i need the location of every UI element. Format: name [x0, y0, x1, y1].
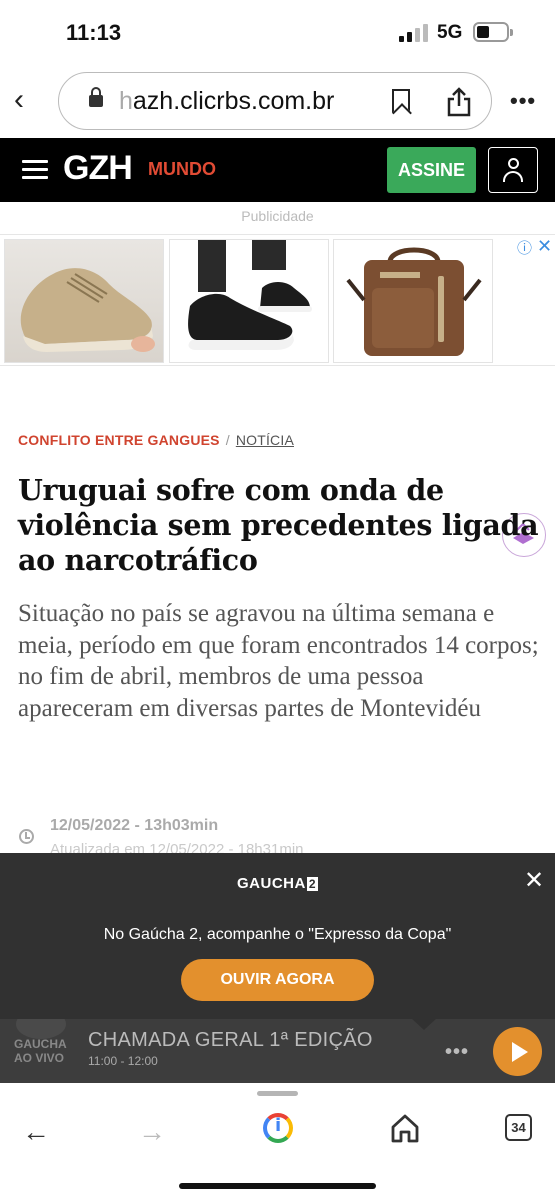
- kicker-separator: /: [225, 432, 230, 448]
- user-icon: [508, 158, 519, 169]
- sheet-grabber[interactable]: [257, 1091, 298, 1096]
- site-header: GZH MUNDO ASSINE: [0, 138, 555, 202]
- ad-label: Publicidade: [241, 208, 314, 224]
- url-text[interactable]: hazh.clicrbs.com.br: [119, 87, 334, 116]
- ad-banner[interactable]: [0, 234, 555, 557]
- ad-close-icon[interactable]: ✕: [537, 236, 552, 257]
- ad-product-sneaker[interactable]: [169, 239, 329, 363]
- status-bar: 11:13 5G: [0, 0, 555, 66]
- article-date: 12/05/2022 - 13h03min: [50, 817, 219, 834]
- lock-icon: [89, 87, 103, 107]
- forward-arrow-icon: →: [138, 1116, 166, 1147]
- radio-logo: GAUCHA 2: [236, 875, 319, 892]
- share-icon[interactable]: [446, 87, 472, 117]
- user-account-button[interactable]: [488, 147, 538, 193]
- radio-promo-banner: GAUCHA 2 ✕ No Gaúcha 2, acompanhe o "Expr…: [0, 853, 555, 1019]
- article-category[interactable]: CONFLITO ENTRE GANGUES: [18, 432, 220, 448]
- live-label: GAUCHA AO VIVO: [14, 1037, 67, 1065]
- live-radio-player[interactable]: GAUCHA AO VIVO CHAMADA GERAL 1ª EDIÇÃO 11…: [0, 1019, 555, 1083]
- home-icon[interactable]: [390, 1113, 420, 1143]
- play-icon[interactable]: [493, 1027, 542, 1076]
- network-type: 5G: [437, 22, 463, 43]
- site-logo[interactable]: GZH: [63, 149, 133, 188]
- signal-icon: [399, 24, 429, 42]
- article-lede: Situação no país se agravou na última se…: [18, 600, 539, 722]
- google-lens-icon[interactable]: [263, 1113, 293, 1143]
- clock: 11:13: [66, 20, 122, 45]
- hamburger-menu-icon[interactable]: [22, 160, 48, 180]
- ad-choices[interactable]: ⓘ ✕: [517, 236, 552, 258]
- section-label[interactable]: MUNDO: [148, 159, 216, 180]
- article-type[interactable]: NOTÍCIA: [236, 432, 294, 448]
- program-title: CHAMADA GERAL 1ª EDIÇÃO: [88, 1029, 373, 1051]
- tab-switcher-button[interactable]: 34: [505, 1114, 532, 1141]
- browser-url-row: ‹ hazh.clicrbs.com.br •••: [0, 66, 555, 138]
- more-menu-icon[interactable]: •••: [510, 88, 536, 114]
- close-icon[interactable]: ✕: [524, 866, 544, 895]
- back-chevron-icon[interactable]: ‹: [14, 84, 42, 116]
- bookmark-icon[interactable]: [392, 89, 410, 113]
- ad-product-bag[interactable]: [333, 239, 493, 363]
- battery-icon: [473, 22, 513, 42]
- ad-info-icon[interactable]: ⓘ: [517, 240, 532, 257]
- clock-icon: [19, 829, 34, 844]
- program-time: 11:00 - 12:00: [88, 1054, 158, 1068]
- article-kicker: CONFLITO ENTRE GANGUES / NOTÍCIA: [18, 432, 294, 448]
- address-bar[interactable]: hazh.clicrbs.com.br: [58, 72, 492, 130]
- article-headline: Uruguai sofre com onda de violência sem …: [18, 473, 539, 577]
- ad-product-boot[interactable]: [4, 239, 164, 363]
- browser-toolbar: ← → 34: [0, 1083, 555, 1200]
- player-more-icon[interactable]: •••: [445, 1041, 469, 1064]
- listen-now-button[interactable]: OUVIR AGORA: [181, 959, 374, 1001]
- back-arrow-icon[interactable]: ←: [22, 1116, 50, 1148]
- subscribe-button[interactable]: ASSINE: [387, 147, 476, 193]
- home-indicator[interactable]: [179, 1183, 376, 1189]
- radio-message: No Gaúcha 2, acompanhe o "Expresso da Co…: [103, 926, 452, 943]
- station-logo: [16, 1019, 66, 1039]
